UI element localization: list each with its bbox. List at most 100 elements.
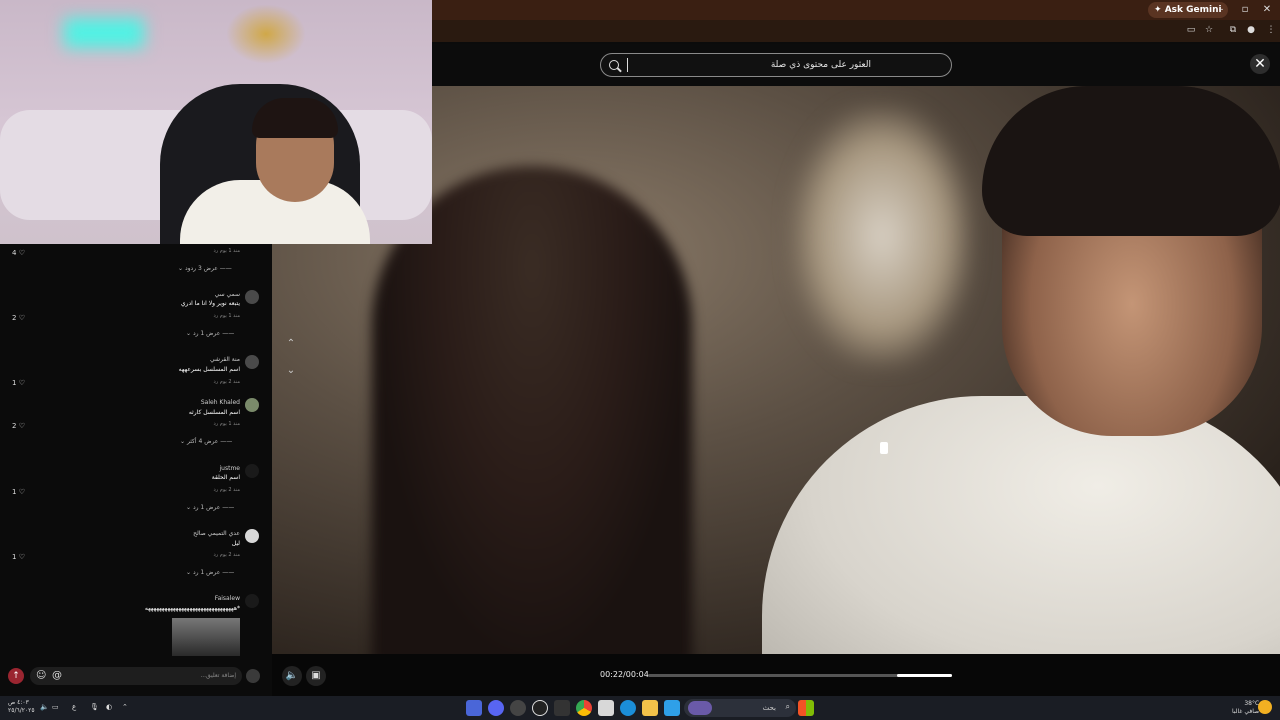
- taskbar-clock[interactable]: ٤:٠٣ ص ٢٥/٦/٢٠٢٥: [8, 699, 35, 715]
- view-replies-label: عرض 4 أكثر: [186, 438, 219, 445]
- avatar[interactable]: [246, 669, 260, 683]
- comment-author[interactable]: عدي التميمي صالح: [193, 530, 240, 537]
- language-indicator[interactable]: ع: [72, 703, 76, 711]
- avatar[interactable]: [245, 464, 259, 478]
- search-icon[interactable]: [609, 60, 619, 70]
- comment-meta: منذ 1 يوم رد: [213, 248, 240, 254]
- trophy-shelf: [226, 4, 306, 64]
- like-count[interactable]: 2 ♡: [12, 422, 25, 430]
- minimize-button[interactable]: –: [1210, 0, 1232, 20]
- clock-time: ٤:٠٣ ص: [8, 699, 29, 706]
- avatar[interactable]: [245, 290, 259, 304]
- comment-author[interactable]: justme: [220, 465, 240, 472]
- view-replies-label: عرض 1 رد: [192, 330, 221, 337]
- chevron-up-icon[interactable]: ⌃: [122, 703, 128, 711]
- network-icon[interactable]: ▭: [52, 703, 59, 711]
- text-caret: [627, 58, 628, 72]
- streamer-hair: [252, 98, 338, 138]
- close-viewer-button[interactable]: ✕: [1250, 54, 1270, 74]
- file-explorer-icon[interactable]: [642, 700, 658, 716]
- like-count[interactable]: 4 ♡: [12, 249, 25, 257]
- mouse-cursor: [880, 442, 888, 454]
- volume-icon[interactable]: 🔈: [282, 666, 302, 686]
- comment-author[interactable]: سمي سي: [215, 291, 240, 298]
- view-replies-label: عرض 1 رد: [192, 569, 221, 576]
- search-placeholder: العثور على محتوى ذي صلة: [770, 60, 871, 70]
- weather-temp: 38°C: [1244, 700, 1260, 707]
- maximize-button[interactable]: ▫: [1234, 0, 1256, 20]
- avatar[interactable]: [245, 355, 259, 369]
- emoji-icon[interactable]: ☺: [36, 670, 46, 682]
- view-replies-label: عرض 3 ردود: [184, 265, 218, 272]
- video-time: 00:22/00:04: [600, 670, 649, 679]
- video-progress-track[interactable]: [648, 674, 952, 677]
- app-tray-icon[interactable]: ◐: [106, 703, 112, 711]
- chrome-icon[interactable]: [576, 700, 592, 716]
- comment-text: اسم الحلقة: [211, 474, 240, 481]
- profile-avatar[interactable]: ●: [1240, 20, 1262, 40]
- app-icon[interactable]: [510, 700, 526, 716]
- comment-placeholder: إضافة تعليق...: [200, 672, 236, 679]
- volume-icon[interactable]: 🔈: [40, 703, 49, 711]
- like-count[interactable]: 1 ♡: [12, 379, 25, 387]
- comment-text: يتبعه نوير ولا انا ما ادري: [180, 300, 240, 307]
- view-replies-button[interactable]: ⌄ عرض 4 أكثر ——: [180, 438, 232, 445]
- comment-author[interactable]: منة القرشي: [210, 356, 240, 363]
- comment-author[interactable]: Saleh Khaled: [201, 399, 240, 406]
- browser-menu-icon[interactable]: ⋮: [1260, 20, 1280, 40]
- view-replies-button[interactable]: ⌄ عرض 1 رد ——: [186, 330, 234, 337]
- video-progress-fill: [897, 674, 952, 677]
- neon-light: [64, 18, 144, 48]
- microphone-icon[interactable]: 🎙: [90, 703, 99, 711]
- comment-text: اسم المسلسل بسرعههه: [178, 366, 240, 373]
- avatar[interactable]: [245, 529, 259, 543]
- calculator-icon[interactable]: [598, 700, 614, 716]
- avatar[interactable]: [245, 594, 259, 608]
- taskbar: [0, 696, 1280, 720]
- window-close-button[interactable]: ✕: [1256, 0, 1278, 20]
- like-count[interactable]: 1 ♡: [12, 488, 25, 496]
- search-highlight-icon: [688, 701, 712, 715]
- comment-meta: منذ 2 يوم رد: [213, 379, 240, 385]
- edge-icon[interactable]: [620, 700, 636, 716]
- send-button[interactable]: ↑: [8, 668, 24, 684]
- like-count-value: 1: [12, 379, 17, 387]
- like-count[interactable]: 2 ♡: [12, 314, 25, 322]
- view-replies-button[interactable]: ⌄ عرض 3 ردود ——: [178, 265, 232, 272]
- like-count[interactable]: 1 ♡: [12, 553, 25, 561]
- view-replies-button[interactable]: ⌄ عرض 1 رد ——: [186, 569, 234, 576]
- search-input[interactable]: العثور على محتوى ذي صلة: [600, 53, 952, 77]
- taskbar-search[interactable]: بحث ⌕: [684, 699, 796, 717]
- comment-image-thumbnail[interactable]: [172, 618, 240, 656]
- app-icon[interactable]: [466, 700, 482, 716]
- chevron-up-icon[interactable]: ⌃: [285, 338, 297, 350]
- avatar[interactable]: [245, 398, 259, 412]
- app-icon[interactable]: [554, 700, 570, 716]
- start-icon[interactable]: [798, 700, 814, 716]
- like-count-value: 4: [12, 249, 17, 257]
- app-icon[interactable]: [532, 700, 548, 716]
- search-icon: ⌕: [785, 702, 790, 711]
- weather-desc: صافي غالبا: [1232, 708, 1260, 715]
- view-replies-button[interactable]: ⌄ عرض 1 رد ——: [186, 504, 234, 511]
- weather-icon: [1258, 700, 1272, 714]
- app-icon[interactable]: [664, 700, 680, 716]
- like-count-value: 1: [12, 553, 17, 561]
- discord-icon[interactable]: [488, 700, 504, 716]
- comment-text: اسم المسلسل كارثه: [188, 409, 240, 416]
- view-replies-label: عرض 1 رد: [192, 504, 221, 511]
- picture-in-picture-icon[interactable]: ▣: [306, 666, 326, 686]
- webcam-overlay: [0, 0, 432, 244]
- comment-author[interactable]: Faisalew: [215, 595, 240, 602]
- comment-meta: منذ 1 يوم رد: [213, 313, 240, 319]
- comment-meta: منذ 2 يوم رد: [213, 552, 240, 558]
- mention-icon[interactable]: @: [52, 670, 62, 682]
- bookmark-star-icon[interactable]: ☆: [1198, 20, 1220, 40]
- weather-widget[interactable]: 38°C صافي غالبا: [1232, 700, 1259, 716]
- clock-date: ٢٥/٦/٢٠٢٥: [8, 707, 35, 714]
- chevron-down-icon[interactable]: ⌄: [285, 365, 297, 377]
- video-person-body: [762, 396, 1280, 654]
- video-background-light: [792, 106, 972, 366]
- video-person-hair: [982, 86, 1280, 236]
- comment-input[interactable]: ☺ @ إضافة تعليق...: [30, 667, 242, 685]
